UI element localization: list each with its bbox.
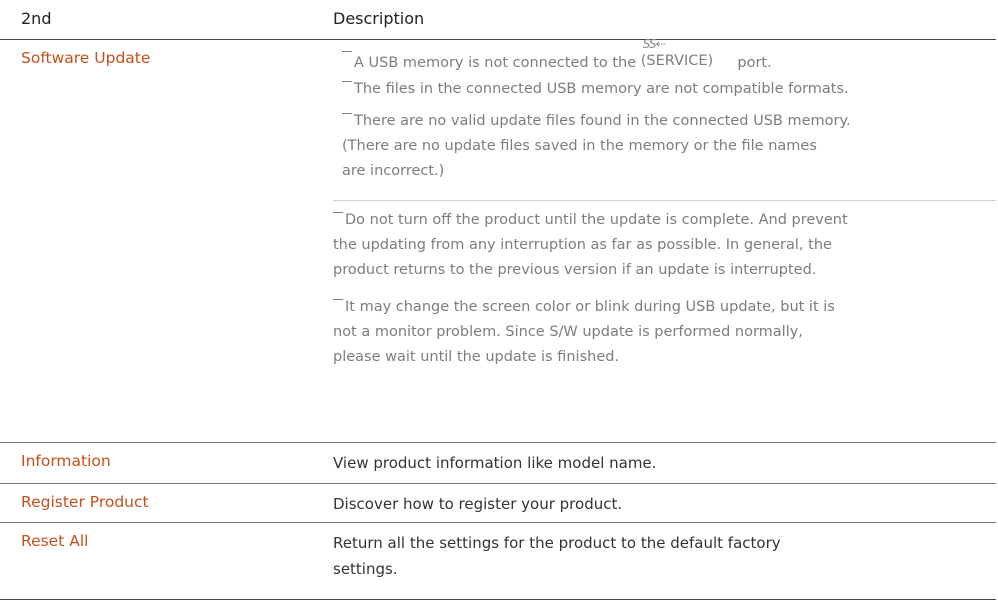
reset-all-label: Reset All bbox=[21, 532, 89, 550]
software-update-label: Software Update bbox=[21, 49, 151, 67]
note-dash-icon bbox=[342, 81, 352, 82]
settings-table: 2nd Description Software Update A USB me… bbox=[0, 0, 996, 600]
header-description: Description bbox=[333, 9, 425, 28]
table-header: 2nd Description bbox=[0, 0, 996, 40]
nested-note-no-valid-files: There are no valid update files found in… bbox=[342, 113, 851, 179]
note-screen-color: It may change the screen color or blink … bbox=[333, 299, 835, 365]
row-information: Information View product information lik… bbox=[0, 443, 996, 484]
information-label: Information bbox=[21, 452, 111, 470]
service-usb-port: SS⇠ (SERVICE) bbox=[641, 37, 733, 69]
row-reset-all: Reset All Return all the settings for th… bbox=[0, 523, 996, 600]
note-dash-icon bbox=[342, 51, 352, 52]
information-description: View product information like model name… bbox=[333, 454, 657, 472]
row-register-product: Register Product Discover how to registe… bbox=[0, 484, 996, 523]
nested-note-usb-not-connected: A USB memory is not connected to the SS⇠… bbox=[342, 37, 772, 76]
header-2nd: 2nd bbox=[21, 9, 52, 28]
note-dash-icon bbox=[333, 299, 343, 300]
register-product-description: Discover how to register your product. bbox=[333, 495, 623, 513]
section-divider bbox=[333, 200, 996, 201]
note-dash-icon bbox=[342, 113, 352, 114]
register-product-label: Register Product bbox=[21, 493, 149, 511]
note-dash-icon bbox=[333, 212, 343, 213]
nested-note-incompatible: The files in the connected USB memory ar… bbox=[342, 77, 849, 102]
row-software-update: Software Update A USB memory is not conn… bbox=[0, 37, 996, 443]
reset-all-description: Return all the settings for the product … bbox=[333, 534, 781, 578]
note-do-not-turn-off: Do not turn off the product until the up… bbox=[333, 212, 848, 278]
